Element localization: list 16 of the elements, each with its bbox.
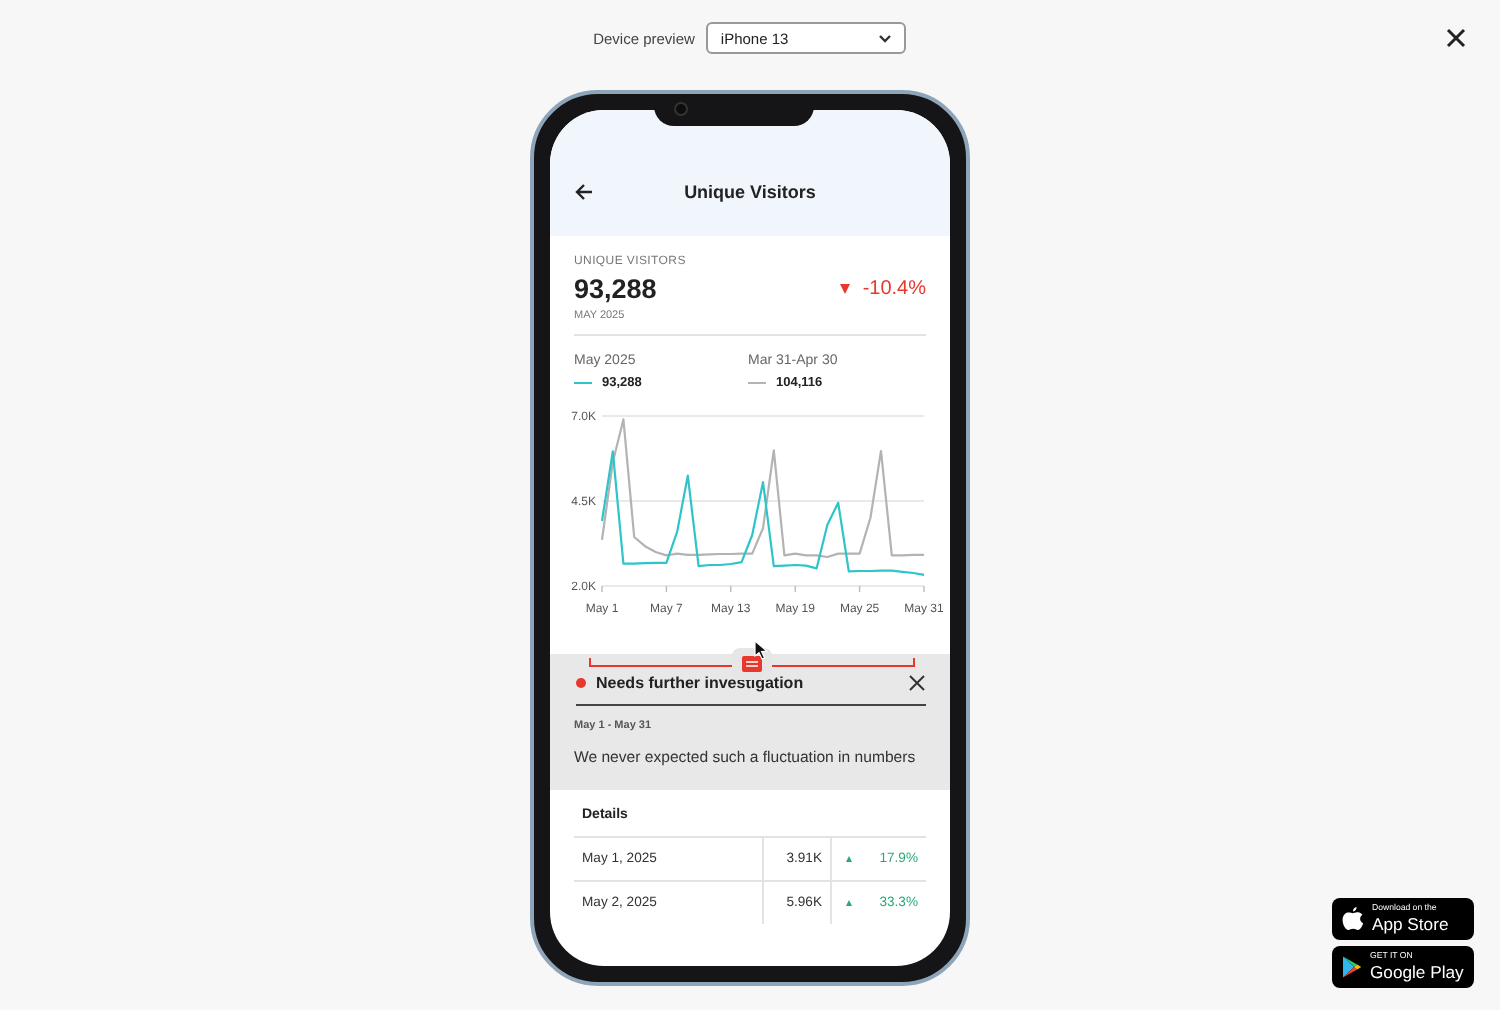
metric-value: 93,288 xyxy=(574,274,657,304)
status-dot xyxy=(576,678,586,688)
cursor-icon xyxy=(754,640,768,660)
close-icon xyxy=(908,674,926,692)
screen-title: Unique Visitors xyxy=(682,182,818,202)
chevron-down-icon xyxy=(878,33,893,43)
close-icon xyxy=(1444,26,1468,50)
back-button[interactable] xyxy=(574,182,594,202)
camera-icon xyxy=(674,102,688,116)
metric-change: -10.4% xyxy=(862,278,926,300)
annotation-title: Needs further investigation xyxy=(596,674,806,692)
close-button[interactable] xyxy=(908,674,926,692)
back-arrow-icon xyxy=(574,182,594,202)
apple-logo-icon xyxy=(1342,906,1364,932)
play-triangle-icon xyxy=(1342,956,1362,978)
close-button[interactable] xyxy=(1444,26,1468,50)
